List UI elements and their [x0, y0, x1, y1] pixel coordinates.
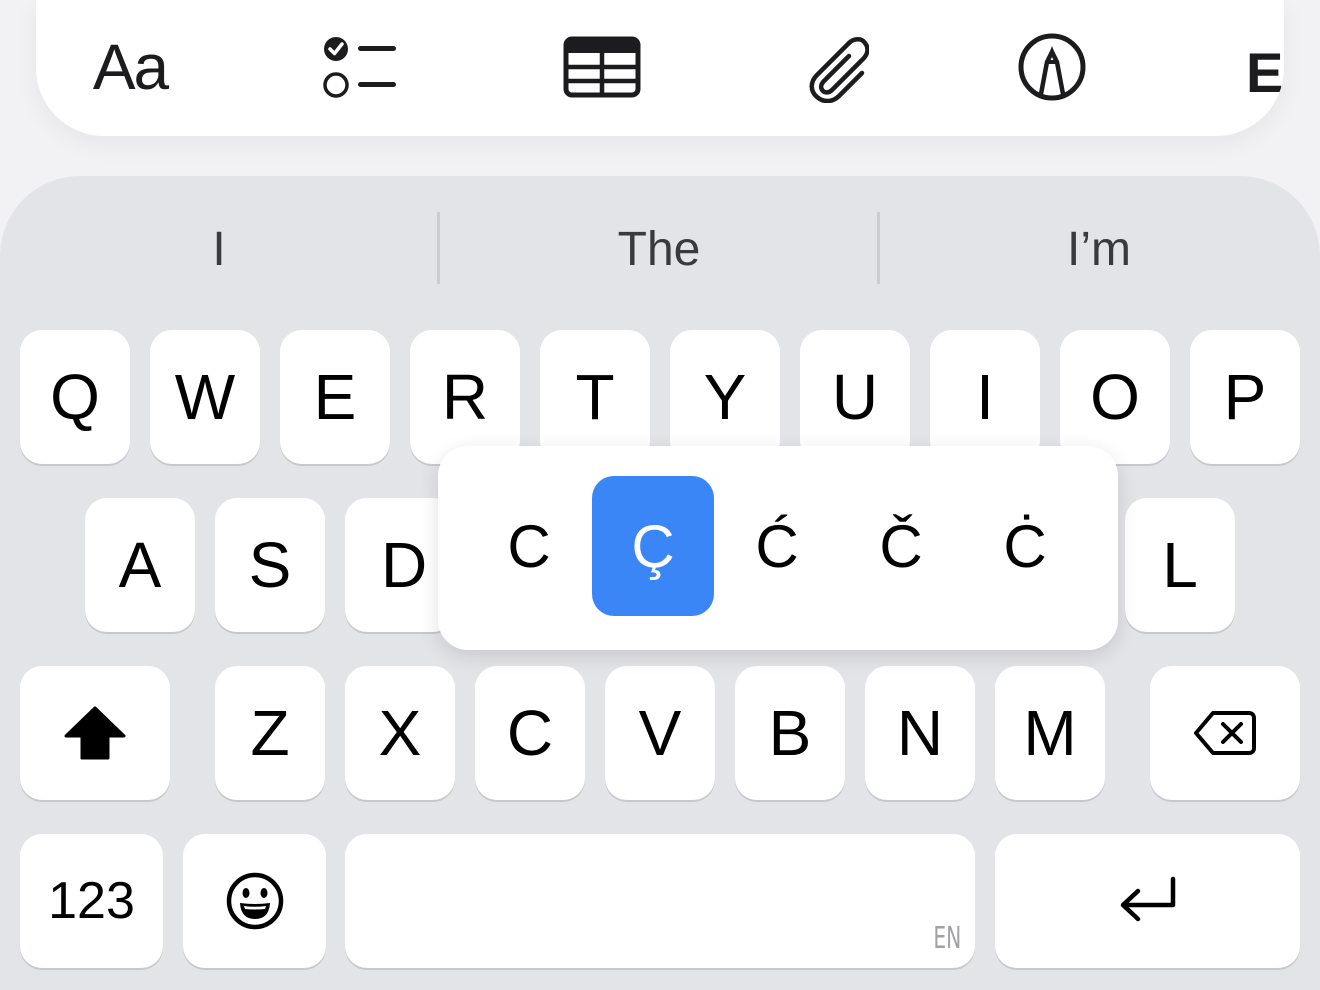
key-s[interactable]: S: [215, 498, 325, 632]
checklist-icon: [320, 35, 400, 99]
key-m[interactable]: M: [995, 666, 1105, 800]
key-v[interactable]: V: [605, 666, 715, 800]
key-i[interactable]: I: [930, 330, 1040, 464]
key-x[interactable]: X: [345, 666, 455, 800]
key-w[interactable]: W: [150, 330, 260, 464]
toolbar-partial-button[interactable]: E: [1246, 40, 1283, 105]
key-c[interactable]: C: [475, 666, 585, 800]
delete-icon: [1193, 709, 1257, 757]
markup-button[interactable]: [1004, 24, 1100, 110]
key-q[interactable]: Q: [20, 330, 130, 464]
format-text-label: Aa: [92, 31, 169, 103]
key-z[interactable]: Z: [215, 666, 325, 800]
markup-pen-icon: [1017, 32, 1087, 102]
return-icon: [1116, 875, 1180, 927]
key-r[interactable]: R: [410, 330, 520, 464]
key-p[interactable]: P: [1190, 330, 1300, 464]
shift-icon: [63, 705, 127, 761]
accent-option-c-dot[interactable]: Ċ: [964, 476, 1086, 616]
numbers-key[interactable]: 123: [20, 834, 163, 968]
return-key[interactable]: [995, 834, 1300, 968]
accent-option-c[interactable]: C: [468, 476, 590, 616]
accent-popup: C Ç Ć Č Ċ: [438, 446, 1118, 650]
attachment-button[interactable]: [786, 24, 882, 110]
suggestion-3[interactable]: I’m: [880, 206, 1318, 292]
key-y[interactable]: Y: [670, 330, 780, 464]
suggestion-1[interactable]: I: [0, 206, 438, 292]
key-l[interactable]: L: [1125, 498, 1235, 632]
format-text-button[interactable]: Aa: [82, 24, 178, 110]
key-t[interactable]: T: [540, 330, 650, 464]
shift-key[interactable]: [20, 666, 170, 800]
accent-option-c-cedilla[interactable]: Ç: [592, 476, 714, 616]
accent-option-c-caron[interactable]: Č: [840, 476, 962, 616]
key-e[interactable]: E: [280, 330, 390, 464]
key-a[interactable]: A: [85, 498, 195, 632]
table-icon: [563, 36, 641, 98]
formatting-toolbar: Aa E: [36, 0, 1284, 136]
paperclip-icon: [799, 31, 869, 103]
emoji-icon: [225, 871, 285, 931]
key-u[interactable]: U: [800, 330, 910, 464]
checklist-button[interactable]: [312, 24, 408, 110]
accent-option-c-acute[interactable]: Ć: [716, 476, 838, 616]
key-n[interactable]: N: [865, 666, 975, 800]
key-o[interactable]: O: [1060, 330, 1170, 464]
delete-key[interactable]: [1150, 666, 1300, 800]
keyboard: I The I’m Q W E R T Y U I O P A S D L Z …: [0, 176, 1320, 990]
space-bar[interactable]: EN: [345, 834, 975, 968]
key-b[interactable]: B: [735, 666, 845, 800]
keyboard-language-label: EN: [933, 921, 961, 956]
emoji-key[interactable]: [183, 834, 326, 968]
suggestion-2[interactable]: The: [440, 206, 878, 292]
table-button[interactable]: [554, 24, 650, 110]
